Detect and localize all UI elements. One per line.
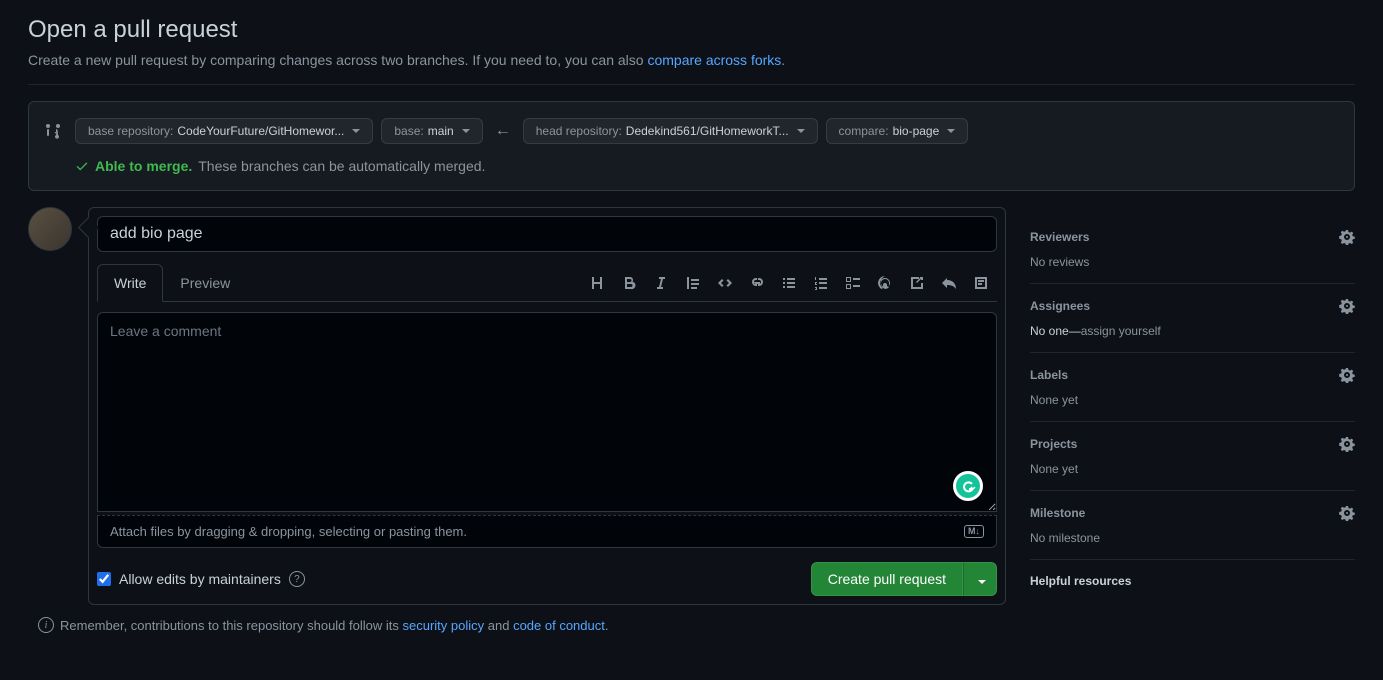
- saved-reply-icon[interactable]: [973, 275, 989, 291]
- cross-ref-icon[interactable]: [909, 275, 925, 291]
- create-pr-button[interactable]: Create pull request: [811, 562, 963, 596]
- code-of-conduct-link[interactable]: code of conduct: [513, 618, 605, 633]
- reply-icon[interactable]: [941, 275, 957, 291]
- page-subtitle: Create a new pull request by comparing c…: [28, 52, 1355, 85]
- gear-icon[interactable]: [1339, 367, 1355, 383]
- assignees-prefix: No one—: [1030, 324, 1081, 338]
- link-icon[interactable]: [749, 275, 765, 291]
- compare-box: base repository: CodeYourFuture/GitHomew…: [28, 101, 1355, 191]
- bold-icon[interactable]: [621, 275, 637, 291]
- base-value: main: [428, 124, 454, 138]
- compare-forks-link[interactable]: compare across forks: [647, 52, 781, 68]
- gear-icon[interactable]: [1339, 505, 1355, 521]
- projects-title: Projects: [1030, 437, 1077, 451]
- info-icon: i: [38, 617, 54, 633]
- grammarly-badge: [953, 471, 983, 501]
- ul-icon[interactable]: [781, 275, 797, 291]
- projects-content: None yet: [1030, 462, 1355, 476]
- subtitle-suffix: .: [781, 52, 785, 68]
- milestone-content: No milestone: [1030, 531, 1355, 545]
- ol-icon[interactable]: [813, 275, 829, 291]
- check-icon: [75, 159, 89, 173]
- milestone-title: Milestone: [1030, 506, 1085, 520]
- helpful-resources-title: Helpful resources: [1030, 560, 1355, 592]
- pr-title-input[interactable]: [97, 216, 997, 252]
- page-title: Open a pull request: [28, 16, 1355, 44]
- attach-text: Attach files by dragging & dropping, sel…: [110, 524, 467, 539]
- create-pr-dropdown[interactable]: [963, 562, 997, 596]
- base-repo-value: CodeYourFuture/GitHomewor...: [177, 124, 344, 138]
- code-icon[interactable]: [717, 275, 733, 291]
- head-repo-selector[interactable]: head repository: Dedekind561/GitHomework…: [523, 118, 818, 144]
- footer-note: i Remember, contributions to this reposi…: [28, 617, 1355, 633]
- merge-detail-text: These branches can be automatically merg…: [198, 158, 485, 174]
- allow-edits-label: Allow edits by maintainers: [119, 571, 281, 587]
- italic-icon[interactable]: [653, 275, 669, 291]
- tab-preview[interactable]: Preview: [163, 264, 247, 302]
- reviewers-content: No reviews: [1030, 255, 1355, 269]
- compare-value: bio-page: [893, 124, 940, 138]
- gear-icon[interactable]: [1339, 436, 1355, 452]
- sidebar: Reviewers No reviews Assignees No one—as…: [1030, 207, 1355, 605]
- footer-mid: and: [484, 618, 513, 633]
- base-label: base:: [394, 124, 423, 138]
- caret-down-icon: [978, 580, 986, 584]
- assignees-title: Assignees: [1030, 299, 1090, 313]
- merge-able-text: Able to merge.: [95, 158, 192, 174]
- assignees-section: Assignees No one—assign yourself: [1030, 284, 1355, 353]
- quote-icon[interactable]: [685, 275, 701, 291]
- head-repo-value: Dedekind561/GitHomeworkT...: [626, 124, 789, 138]
- projects-section: Projects None yet: [1030, 422, 1355, 491]
- footer-prefix: Remember, contributions to this reposito…: [60, 618, 403, 633]
- git-compare-icon: [45, 123, 61, 139]
- attach-files-row[interactable]: Attach files by dragging & dropping, sel…: [97, 515, 997, 548]
- base-branch-selector[interactable]: base: main: [381, 118, 482, 144]
- pr-form: Write Preview: [88, 207, 1006, 605]
- heading-icon[interactable]: [589, 275, 605, 291]
- labels-content: None yet: [1030, 393, 1355, 407]
- milestone-section: Milestone No milestone: [1030, 491, 1355, 560]
- security-policy-link[interactable]: security policy: [403, 618, 485, 633]
- head-repo-label: head repository:: [536, 124, 622, 138]
- compare-label: compare:: [839, 124, 889, 138]
- caret-down-icon: [462, 129, 470, 133]
- tasklist-icon[interactable]: [845, 275, 861, 291]
- gear-icon[interactable]: [1339, 298, 1355, 314]
- markdown-icon[interactable]: M↓: [964, 525, 984, 538]
- merge-status: Able to merge. These branches can be aut…: [75, 158, 1338, 174]
- footer-suffix: .: [605, 618, 609, 633]
- arrow-left-icon: ←: [491, 122, 515, 140]
- allow-edits-checkbox[interactable]: [97, 572, 111, 586]
- assign-yourself-link[interactable]: assign yourself: [1081, 324, 1161, 338]
- compare-branch-selector[interactable]: compare: bio-page: [826, 118, 969, 144]
- avatar: [28, 207, 72, 251]
- tab-write[interactable]: Write: [97, 264, 163, 302]
- reviewers-title: Reviewers: [1030, 230, 1089, 244]
- caret-down-icon: [947, 129, 955, 133]
- editor-toolbar: [589, 275, 997, 291]
- mention-icon[interactable]: [877, 275, 893, 291]
- comment-textarea[interactable]: [97, 312, 997, 512]
- reviewers-section: Reviewers No reviews: [1030, 215, 1355, 284]
- allow-edits-row[interactable]: Allow edits by maintainers ?: [97, 571, 305, 587]
- labels-section: Labels None yet: [1030, 353, 1355, 422]
- labels-title: Labels: [1030, 368, 1068, 382]
- gear-icon[interactable]: [1339, 229, 1355, 245]
- help-icon[interactable]: ?: [289, 571, 305, 587]
- base-repo-selector[interactable]: base repository: CodeYourFuture/GitHomew…: [75, 118, 373, 144]
- base-repo-label: base repository:: [88, 124, 173, 138]
- subtitle-text: Create a new pull request by comparing c…: [28, 52, 647, 68]
- caret-down-icon: [797, 129, 805, 133]
- caret-down-icon: [352, 129, 360, 133]
